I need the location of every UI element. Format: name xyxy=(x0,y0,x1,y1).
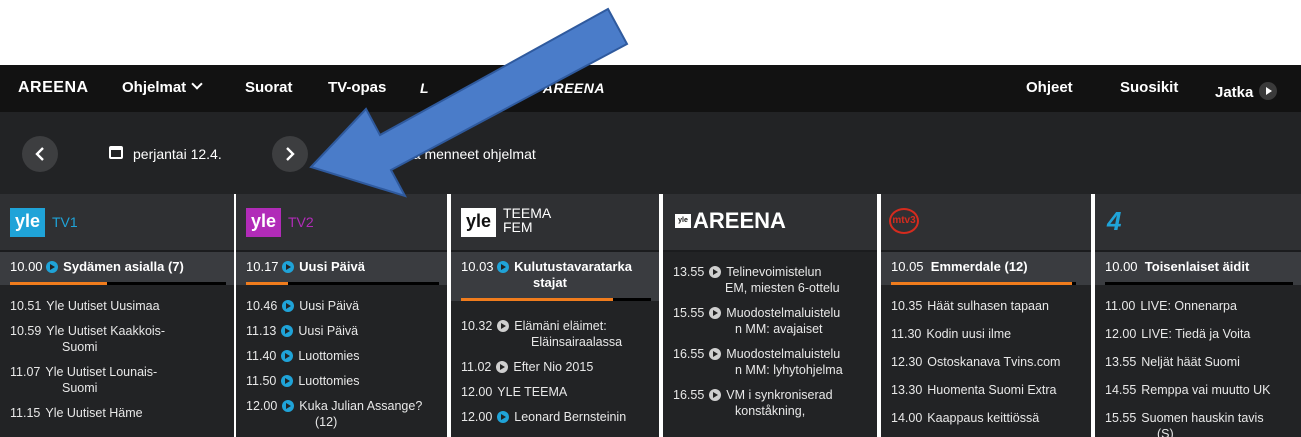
list-item[interactable]: 11.50 Luottomies xyxy=(236,369,447,394)
play-icon xyxy=(709,307,722,319)
areena-logo-link[interactable]: AREENA xyxy=(18,79,89,97)
progress-bar xyxy=(891,282,1076,285)
list-item[interactable]: 11.07 Yle Uutiset Lounais- Suomi xyxy=(0,360,234,401)
play-icon xyxy=(282,261,295,273)
list-item[interactable]: 16.55 VM i synkroniserad konståkning, xyxy=(663,383,877,424)
channel-header[interactable]: yle TV2 xyxy=(236,194,447,252)
play-icon xyxy=(46,261,59,273)
kids-areena-link[interactable]: L xyxy=(420,80,429,96)
list-item[interactable]: 11.13 Uusi Päivä xyxy=(236,319,447,344)
list-item[interactable]: 13.55 Neljät häät Suomi xyxy=(1095,347,1301,375)
current-program[interactable]: 10.00 Sydämen asialla (7) xyxy=(0,252,234,285)
mtv3-logo: mtv3 xyxy=(889,208,919,234)
play-icon xyxy=(281,325,294,337)
show-past-toggle[interactable] xyxy=(366,147,376,157)
list-item[interactable]: 10.46 Uusi Päivä xyxy=(236,292,447,319)
channel-header[interactable]: yle TEEMA FEM xyxy=(451,194,659,252)
channel-column-tv2: yle TV2 10.17 Uusi Päivä 10.46 Uusi Päivä… xyxy=(236,194,447,437)
play-icon xyxy=(497,411,510,423)
play-icon xyxy=(281,350,294,362)
chevron-left-icon xyxy=(35,147,44,161)
programs-menu[interactable]: Ohjelmat xyxy=(122,78,203,96)
chevron-right-icon xyxy=(286,147,295,161)
current-program[interactable]: 10.03 Kulutustavaratarka stajat xyxy=(451,252,659,301)
play-icon xyxy=(1259,82,1278,100)
favorites-link[interactable]: Suosikit xyxy=(1120,79,1178,96)
tv-guide-link[interactable]: TV-opas xyxy=(328,79,386,96)
yle-small-logo: yle xyxy=(675,214,691,228)
nelonen-logo: 4 xyxy=(1107,206,1122,236)
progress-bar xyxy=(10,282,226,285)
channel-column-areena: yle AREENA 13.55 Telinevoimistelun EM, mie… xyxy=(663,194,877,437)
play-icon xyxy=(709,266,722,278)
play-icon xyxy=(709,389,722,401)
list-item[interactable]: 13.55 Telinevoimistelun EM, miesten 6-otte… xyxy=(663,252,877,301)
chevron-down-icon xyxy=(191,78,203,90)
list-item[interactable]: 10.51 Yle Uutiset Uusimaa xyxy=(0,292,234,319)
yle-logo: yle xyxy=(246,208,282,237)
areena-logo: AREENA xyxy=(693,208,786,233)
top-margin xyxy=(0,0,1301,65)
live-link[interactable]: Suorat xyxy=(245,79,293,96)
channel-column-nelonen: 4 10.00 Toisenlaiset äidit 11.00 LIVE: On… xyxy=(1095,194,1301,437)
play-icon xyxy=(497,320,510,332)
list-item[interactable]: 15.55 Suomen hauskin tavis (S) xyxy=(1095,403,1301,437)
channel-column-mtv3: mtv3 10.05 Emmerdale (12) 10.35 Häät sulh… xyxy=(881,194,1091,437)
list-item[interactable]: 10.32 Elämäni eläimet: Eläinsairaalassa xyxy=(451,308,659,355)
tv-guide-grid: yle TV1 10.00 Sydämen asialla (7) 10.51 Y… xyxy=(0,194,1301,437)
channel-column-tv1: yle TV1 10.00 Sydämen asialla (7) 10.51 Y… xyxy=(0,194,234,437)
calendar-icon xyxy=(109,146,123,159)
list-item[interactable]: 11.15 Yle Uutiset Häme xyxy=(0,401,234,426)
channel-header[interactable]: mtv3 xyxy=(881,194,1091,252)
channel-header[interactable]: yle TV1 xyxy=(0,194,234,252)
list-item[interactable]: 12.00 Leonard Bernsteinin xyxy=(451,405,659,430)
list-item[interactable]: 10.59 Yle Uutiset Kaakkois- Suomi xyxy=(0,319,234,360)
play-icon xyxy=(282,400,295,412)
play-icon xyxy=(496,361,509,373)
progress-bar xyxy=(1105,282,1293,285)
list-item[interactable]: 12.00 Kuka Julian Assange? (12) xyxy=(236,394,447,435)
channel-name: TEEMA FEM xyxy=(503,205,552,235)
list-item[interactable]: 11.30 Kodin uusi ilme xyxy=(881,319,1091,347)
play-icon xyxy=(281,375,294,387)
list-item[interactable]: 11.02 Efter Nio 2015 xyxy=(451,355,659,380)
list-item[interactable]: 11.00 LIVE: Onnenarpa xyxy=(1095,292,1301,319)
progress-bar xyxy=(246,282,439,285)
kids-areena-link-text[interactable]: LASTEN AREENA xyxy=(480,80,605,96)
list-item[interactable]: 10.35 Häät sulhasen tapaan xyxy=(881,292,1091,319)
current-program[interactable]: 10.00 Toisenlaiset äidit xyxy=(1095,252,1301,285)
list-item[interactable]: 12.00 YLE TEEMA xyxy=(451,380,659,405)
continue-link[interactable]: Jatka xyxy=(1215,79,1278,101)
help-link[interactable]: Ohjeet xyxy=(1026,79,1073,96)
list-item[interactable]: 13.30 Huomenta Suomi Extra xyxy=(881,375,1091,403)
list-item[interactable]: 16.55 Muodostelmaluistelu n MM: lyhytohjel… xyxy=(663,342,877,383)
date-picker[interactable]: perjantai 12.4. xyxy=(133,146,222,162)
list-item[interactable]: 12.30 Ostoskanava Tvins.com xyxy=(881,347,1091,375)
play-icon xyxy=(497,261,510,273)
list-item[interactable]: 12.00 LIVE: Tiedä ja Voita xyxy=(1095,319,1301,347)
channel-name: TV1 xyxy=(52,214,78,230)
channel-header[interactable]: 4 xyxy=(1095,194,1301,252)
show-past-label[interactable]: Näytä menneet ohjelmat xyxy=(384,146,536,162)
list-item[interactable]: 14.55 Remppa vai muutto UK xyxy=(1095,375,1301,403)
yle-logo: yle xyxy=(461,208,497,237)
date-navigation-bar: perjantai 12.4. Näytä menneet ohjelmat xyxy=(0,112,1301,194)
channel-column-teema-fem: yle TEEMA FEM 10.03 Kulutustavaratarka sta… xyxy=(451,194,659,437)
previous-day-button[interactable] xyxy=(22,136,58,172)
next-day-button[interactable] xyxy=(272,136,308,172)
yle-logo: yle xyxy=(10,208,46,237)
list-item[interactable]: 14.00 Kaappaus keittiössä xyxy=(881,403,1091,431)
channel-header[interactable]: yle AREENA xyxy=(663,194,877,252)
channel-name: TV2 xyxy=(288,214,314,230)
progress-bar xyxy=(461,298,651,301)
current-program[interactable]: 10.17 Uusi Päivä xyxy=(236,252,447,285)
current-program[interactable]: 10.05 Emmerdale (12) xyxy=(881,252,1091,285)
list-item[interactable]: 15.55 Muodostelmaluistelu n MM: avajaiset xyxy=(663,301,877,342)
list-item[interactable]: 11.40 Luottomies xyxy=(236,344,447,369)
play-icon xyxy=(709,348,722,360)
top-navigation: AREENA Ohjelmat Suorat TV-opas L LASTEN … xyxy=(0,65,1301,112)
play-icon xyxy=(282,300,295,312)
